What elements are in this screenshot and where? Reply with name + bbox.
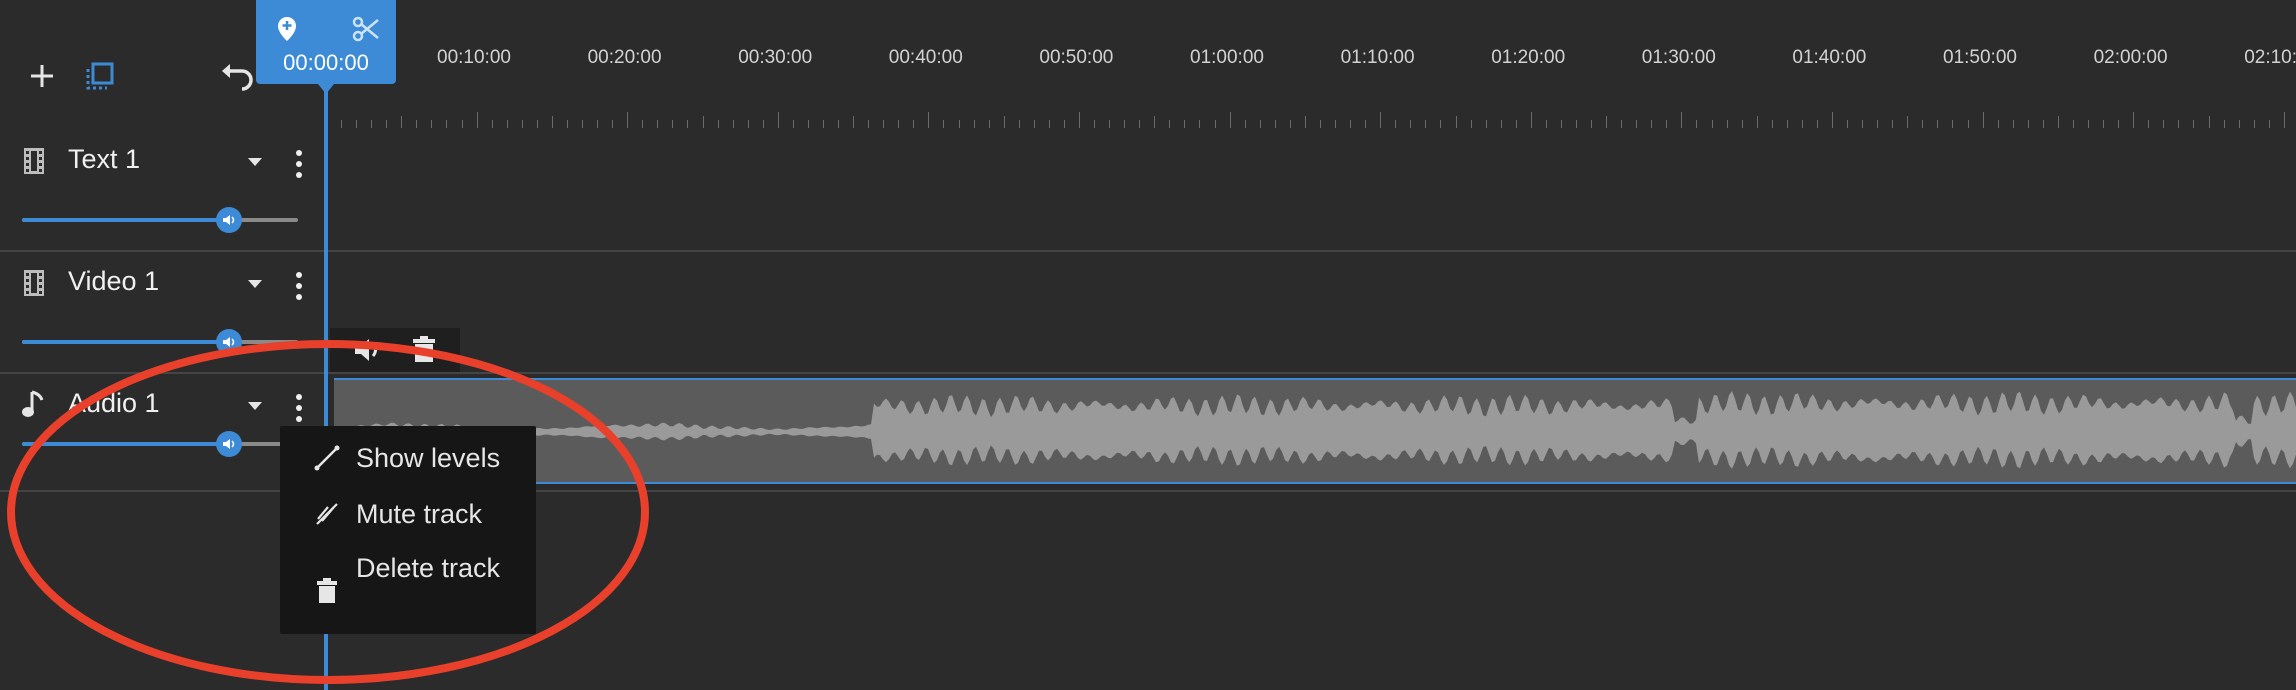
audio-clip[interactable]	[334, 378, 2296, 484]
menu-item-mute-track[interactable]: Mute track	[280, 492, 536, 536]
undo-icon[interactable]	[220, 58, 256, 94]
more-options-icon[interactable]	[292, 272, 306, 300]
ruler-label: 01:30:00	[1641, 47, 1716, 68]
ruler-label: 01:40:00	[1792, 47, 1867, 68]
track-name[interactable]: Audio 1	[68, 388, 160, 419]
volume-knob[interactable]	[216, 207, 242, 233]
chevron-down-icon[interactable]	[248, 402, 262, 410]
add-marker-icon[interactable]	[276, 16, 298, 47]
volume-slider[interactable]	[22, 431, 298, 457]
line-icon	[314, 445, 340, 471]
ruler-label: 00:50:00	[1039, 47, 1114, 68]
menu-item-label: Show levels	[356, 443, 501, 473]
volume-icon[interactable]	[352, 336, 382, 369]
more-options-icon[interactable]	[292, 394, 306, 422]
ruler-label: 01:10:00	[1340, 47, 1415, 68]
ruler-label: 01:20:00	[1491, 47, 1566, 68]
ruler-label: 01:00:00	[1190, 47, 1264, 68]
music-note-icon	[22, 390, 52, 420]
ruler-label: 02:10:00	[2244, 47, 2296, 68]
ruler-label: 02:00:00	[2093, 47, 2168, 68]
track-header: Audio 1	[0, 372, 322, 490]
add-icon[interactable]	[24, 58, 60, 94]
ruler-ticks	[326, 108, 2296, 128]
menu-item-delete-track[interactable]: Delete track	[280, 548, 536, 632]
waveform	[334, 391, 2296, 469]
film-icon	[22, 268, 52, 298]
volume-knob[interactable]	[216, 431, 242, 457]
ruler-label: 00:30:00	[738, 47, 813, 68]
track-name[interactable]: Text 1	[68, 144, 140, 175]
volume-slider[interactable]	[22, 207, 298, 233]
menu-item-label: Delete track	[356, 553, 501, 583]
ruler-label: 00:40:00	[888, 47, 963, 68]
ruler-label: 00:10:00	[437, 47, 511, 68]
chevron-down-icon[interactable]	[248, 158, 262, 166]
clip-toolbar	[330, 328, 460, 372]
track-name[interactable]: Video 1	[68, 266, 159, 297]
playhead-timecode: 00:00:00	[283, 50, 369, 75]
track-context-menu: Show levels Mute track Delete track	[280, 426, 536, 634]
mute-icon	[314, 501, 340, 527]
trash-icon	[314, 578, 340, 604]
volume-slider[interactable]	[22, 329, 298, 355]
menu-item-label: Mute track	[356, 499, 483, 529]
track-row: Text 1	[0, 128, 2296, 252]
volume-knob[interactable]	[216, 329, 242, 355]
ruler-label: 00:20:00	[587, 47, 662, 68]
select-icon[interactable]	[82, 58, 118, 94]
film-icon	[22, 146, 52, 176]
scissors-icon[interactable]	[352, 16, 380, 47]
menu-item-show-levels[interactable]: Show levels	[280, 436, 536, 480]
track-header: Video 1	[0, 250, 322, 372]
more-options-icon[interactable]	[292, 150, 306, 178]
track-header: Text 1	[0, 128, 322, 250]
trash-icon[interactable]	[412, 336, 436, 369]
playhead-handle[interactable]: 00:00:00	[256, 0, 396, 94]
ruler-label: 01:50:00	[1943, 47, 2017, 68]
chevron-down-icon[interactable]	[248, 280, 262, 288]
